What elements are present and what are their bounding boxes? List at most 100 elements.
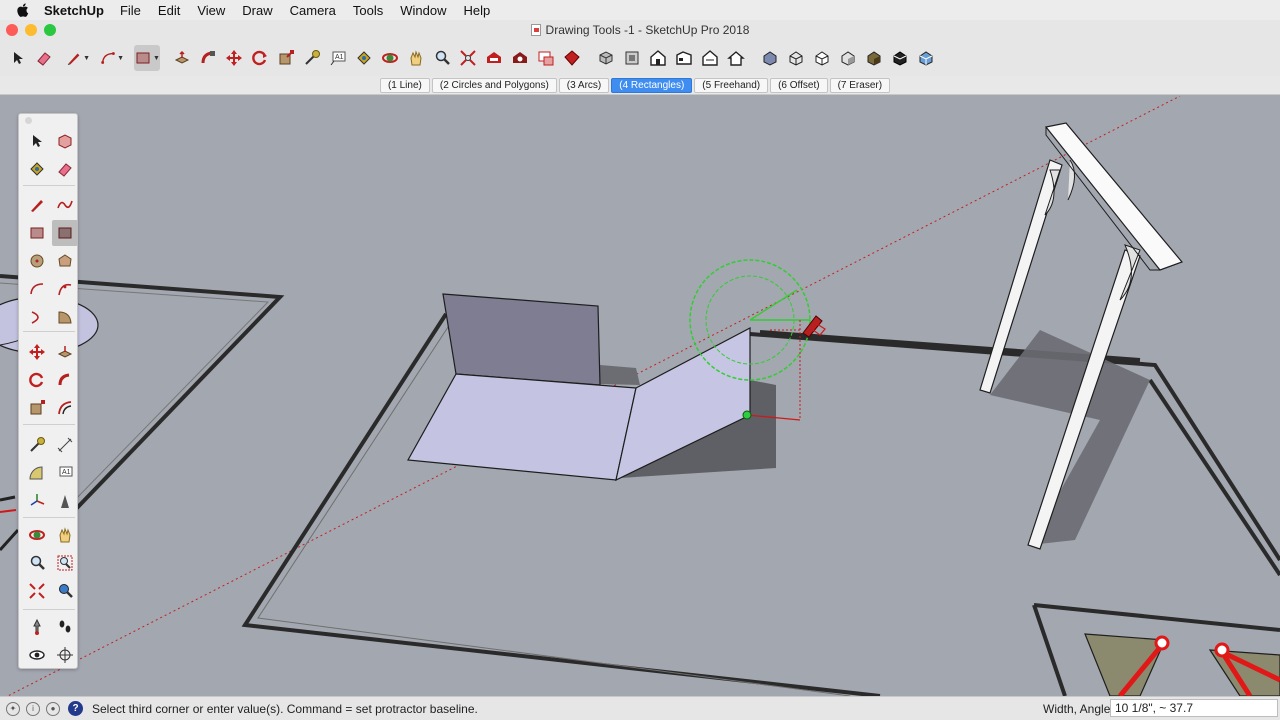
select-icon[interactable] — [6, 45, 30, 71]
right-view-icon[interactable] — [672, 45, 696, 71]
pencil-icon[interactable]: ▼ — [66, 45, 90, 71]
wireframe-icon[interactable] — [784, 45, 808, 71]
rectangle-icon[interactable] — [24, 220, 50, 246]
menu-draw[interactable]: Draw — [242, 3, 272, 18]
text-icon[interactable]: A1 — [326, 45, 350, 71]
scene-tab-circles-polygons[interactable]: (2 Circles and Polygons) — [431, 77, 557, 93]
line-icon[interactable] — [24, 192, 50, 218]
scene-tab-offset[interactable]: (6 Offset) — [770, 77, 828, 93]
rotate-icon[interactable] — [24, 367, 50, 393]
scene-tab-freehand[interactable]: (5 Freehand) — [694, 77, 769, 93]
follow-me-icon[interactable] — [52, 367, 78, 393]
shaded-icon[interactable] — [836, 45, 860, 71]
layout-icon[interactable] — [534, 45, 558, 71]
two-point-arc-icon[interactable] — [52, 276, 78, 302]
menu-file[interactable]: File — [120, 3, 141, 18]
zoom-window-icon[interactable] — [52, 550, 78, 576]
textured-icon[interactable] — [862, 45, 886, 71]
previous-view-icon[interactable] — [52, 578, 78, 604]
select-icon[interactable] — [24, 128, 50, 154]
zoom-icon[interactable] — [24, 550, 50, 576]
back-view-icon[interactable] — [698, 45, 722, 71]
ruby-icon[interactable] — [560, 45, 584, 71]
scale-icon[interactable] — [274, 45, 298, 71]
make-component-icon[interactable] — [52, 128, 78, 154]
scene-tab-rectangles[interactable]: (4 Rectangles) — [611, 77, 693, 93]
arc-icon[interactable]: ▼ — [100, 45, 124, 71]
menu-tools[interactable]: Tools — [353, 3, 383, 18]
walk-icon[interactable] — [52, 614, 78, 640]
pan-icon[interactable] — [52, 522, 78, 548]
eraser-icon[interactable] — [52, 156, 78, 182]
apple-icon[interactable] — [16, 2, 30, 18]
credits-icon[interactable]: i — [26, 701, 40, 716]
paint-bucket-icon[interactable] — [24, 156, 50, 182]
polygon-icon[interactable] — [52, 248, 78, 274]
zoom-extents-icon[interactable] — [24, 578, 50, 604]
menu-camera[interactable]: Camera — [290, 3, 336, 18]
dimension-icon[interactable] — [52, 432, 78, 458]
move-icon[interactable] — [222, 45, 246, 71]
look-around-icon[interactable] — [24, 642, 50, 668]
scene-tab-arcs[interactable]: (3 Arcs) — [558, 77, 610, 93]
zoom-icon[interactable] — [430, 45, 454, 71]
offset-icon[interactable] — [52, 395, 78, 421]
iso-view-icon[interactable] — [594, 45, 618, 71]
measurements-input[interactable]: 10 1/8", ~ 37.7 — [1110, 699, 1278, 717]
protractor-icon[interactable] — [24, 460, 50, 486]
follow-me-icon[interactable] — [196, 45, 220, 71]
front-view-icon[interactable] — [646, 45, 670, 71]
rotate-icon[interactable] — [248, 45, 272, 71]
eraser-icon[interactable] — [32, 45, 56, 71]
model-canvas[interactable] — [0, 96, 1280, 696]
scene-tab-line[interactable]: (1 Line) — [379, 77, 430, 93]
hidden-line-icon[interactable] — [810, 45, 834, 71]
position-camera-icon[interactable] — [24, 614, 50, 640]
help-icon[interactable]: ? — [68, 701, 83, 716]
maximize-window-button[interactable] — [44, 24, 56, 36]
tape-measure-icon[interactable] — [300, 45, 324, 71]
circle-icon[interactable] — [24, 248, 50, 274]
menu-edit[interactable]: Edit — [158, 3, 180, 18]
three-point-arc-icon[interactable] — [24, 304, 50, 330]
monochrome-icon[interactable] — [888, 45, 912, 71]
left-view-icon[interactable] — [724, 45, 748, 71]
freehand-icon[interactable] — [52, 192, 78, 218]
menu-window[interactable]: Window — [400, 3, 446, 18]
close-window-button[interactable] — [6, 24, 18, 36]
axes-icon[interactable] — [24, 488, 50, 514]
rectangle-icon[interactable]: ▼ — [134, 45, 160, 71]
paint-bucket-icon[interactable] — [352, 45, 376, 71]
user-icon[interactable]: ● — [46, 701, 60, 716]
pan-icon[interactable] — [404, 45, 428, 71]
push-pull-icon[interactable] — [52, 339, 78, 365]
3d-text-icon[interactable] — [52, 488, 78, 514]
minimize-window-button[interactable] — [25, 24, 37, 36]
orbit-icon[interactable] — [24, 522, 50, 548]
text-icon[interactable]: A1 — [52, 460, 78, 486]
extension-warehouse-icon[interactable] — [508, 45, 532, 71]
section-plane-icon[interactable] — [52, 642, 78, 668]
svg-text:A1: A1 — [62, 469, 71, 476]
scene-tab-eraser[interactable]: (7 Eraser) — [829, 77, 891, 93]
tape-measure-icon[interactable] — [24, 432, 50, 458]
menu-view[interactable]: View — [197, 3, 225, 18]
style-icon[interactable] — [914, 45, 938, 71]
push-pull-icon[interactable] — [170, 45, 194, 71]
arc-icon[interactable] — [24, 276, 50, 302]
orbit-icon[interactable] — [378, 45, 402, 71]
zoom-extents-icon[interactable] — [456, 45, 480, 71]
geo-location-icon[interactable]: ✦ — [6, 701, 20, 716]
scale-icon[interactable] — [24, 395, 50, 421]
rotated-rectangle-icon[interactable] — [52, 220, 78, 246]
drawing-viewport[interactable] — [0, 96, 1280, 696]
move-icon[interactable] — [24, 339, 50, 365]
warehouse-icon[interactable] — [482, 45, 506, 71]
top-view-icon[interactable] — [620, 45, 644, 71]
palette-group-principal — [24, 128, 78, 182]
xray-icon[interactable] — [758, 45, 782, 71]
pie-icon[interactable] — [52, 304, 78, 330]
menu-help[interactable]: Help — [463, 3, 490, 18]
app-menu[interactable]: SketchUp — [44, 3, 104, 18]
palette-close-button[interactable] — [25, 117, 32, 124]
